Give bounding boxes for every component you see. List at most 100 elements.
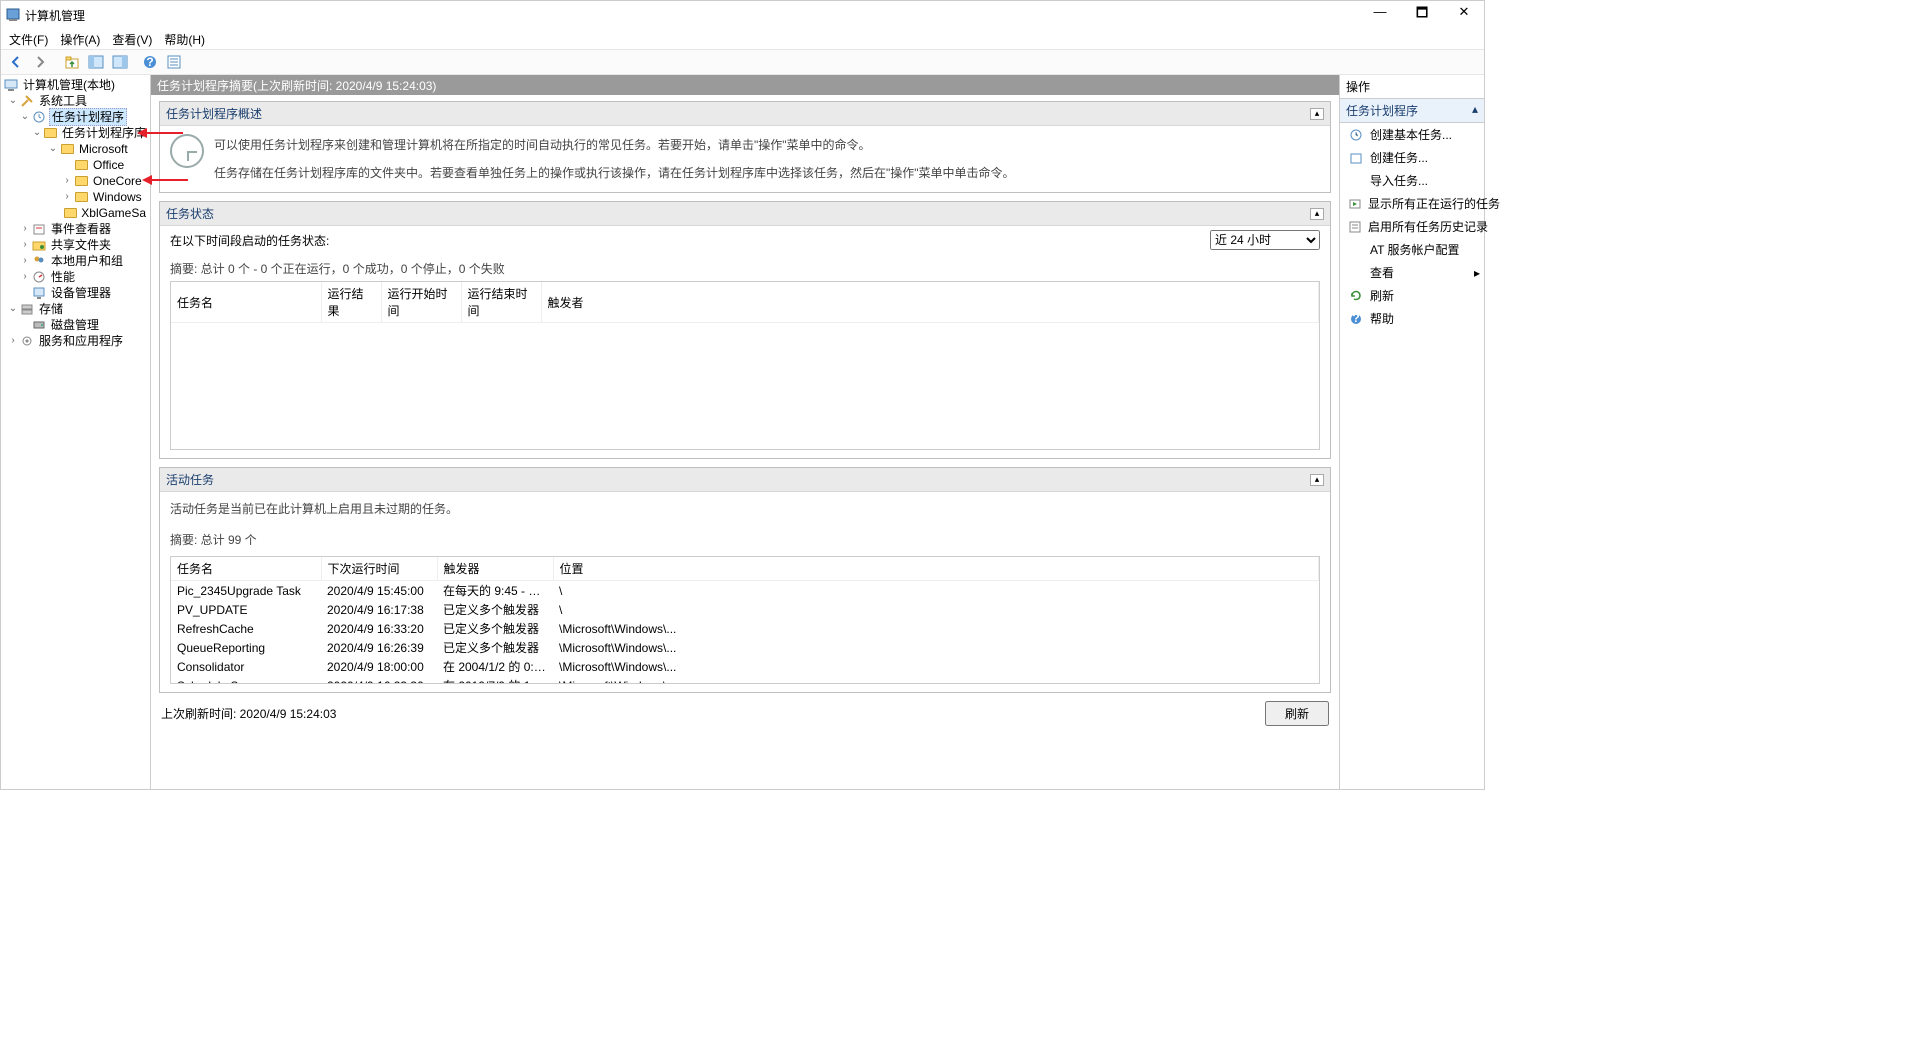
- folder-icon: [73, 158, 89, 172]
- tree-onecore[interactable]: OneCore: [91, 173, 144, 189]
- tree-shared-folders[interactable]: 共享文件夹: [49, 237, 113, 253]
- action-import-task[interactable]: 导入任务...: [1340, 169, 1484, 192]
- expander-icon[interactable]: ⌄: [47, 141, 59, 157]
- folder-icon: [63, 206, 77, 220]
- col-location[interactable]: 位置: [553, 557, 1319, 581]
- action-create-task[interactable]: 创建任务...: [1340, 146, 1484, 169]
- action-view[interactable]: 查看▸: [1340, 261, 1484, 284]
- tree-device-manager[interactable]: 设备管理器: [49, 285, 113, 301]
- expander-icon[interactable]: ⌄: [19, 109, 31, 125]
- tree-storage[interactable]: 存储: [37, 301, 65, 317]
- col-triggered-by[interactable]: 触发者: [541, 282, 1319, 323]
- users-icon: [31, 254, 47, 268]
- action-enable-history[interactable]: 启用所有任务历史记录: [1340, 215, 1484, 238]
- up-button[interactable]: [61, 51, 83, 73]
- table-row[interactable]: Schedule Scan2020/4/9 16:23:30在 2019/7/9…: [171, 676, 1319, 683]
- expander-icon[interactable]: ›: [19, 253, 31, 269]
- tree-xblgamesave[interactable]: XblGameSa: [79, 205, 148, 221]
- col-trigger[interactable]: 触发器: [437, 557, 553, 581]
- refresh-button[interactable]: 刷新: [1265, 701, 1329, 726]
- expander-icon[interactable]: ›: [61, 173, 73, 189]
- center-pane: 任务计划程序摘要(上次刷新时间: 2020/4/9 15:24:03) 任务计划…: [151, 75, 1340, 789]
- tree-root[interactable]: 计算机管理(本地): [21, 77, 117, 93]
- expander-icon[interactable]: ›: [7, 333, 19, 349]
- status-summary: 摘要: 总计 0 个 - 0 个正在运行，0 个成功，0 个停止，0 个失败: [170, 260, 1320, 277]
- svg-text:?: ?: [146, 55, 153, 69]
- tools-icon: [19, 94, 35, 108]
- collapse-button[interactable]: ▴: [1310, 208, 1324, 220]
- table-row[interactable]: RefreshCache2020/4/9 16:33:20已定义多个触发器\Mi…: [171, 619, 1319, 638]
- table-row[interactable]: PV_UPDATE2020/4/9 16:17:38已定义多个触发器\: [171, 600, 1319, 619]
- table-row[interactable]: QueueReporting2020/4/9 16:26:39已定义多个触发器\…: [171, 638, 1319, 657]
- expander-icon[interactable]: ›: [19, 237, 31, 253]
- window-title: 计算机管理: [25, 7, 1368, 24]
- minimize-button[interactable]: —: [1368, 4, 1392, 26]
- tree-local-users[interactable]: 本地用户和组: [49, 253, 125, 269]
- action-refresh[interactable]: 刷新: [1340, 284, 1484, 307]
- last-refresh-label: 上次刷新时间: 2020/4/9 15:24:03: [161, 705, 1265, 722]
- col-next-run[interactable]: 下次运行时间: [321, 557, 437, 581]
- action-help[interactable]: ?帮助: [1340, 307, 1484, 330]
- actions-header: 操作: [1340, 75, 1484, 99]
- titlebar: 计算机管理 — 🗖 ✕: [1, 1, 1484, 29]
- show-hide-tree-button[interactable]: [85, 51, 107, 73]
- status-table[interactable]: 任务名 运行结果 运行开始时间 运行结束时间 触发者: [170, 281, 1320, 450]
- refresh-icon: [1348, 289, 1364, 303]
- col-task-name[interactable]: 任务名: [171, 557, 321, 581]
- col-result[interactable]: 运行结果: [321, 282, 381, 323]
- col-start[interactable]: 运行开始时间: [381, 282, 461, 323]
- collapse-button[interactable]: ▴: [1310, 474, 1324, 486]
- tree-task-library[interactable]: 任务计划程序库: [60, 125, 148, 141]
- collapse-button[interactable]: ▴: [1310, 108, 1324, 120]
- status-panel: 任务状态▴ 在以下时间段启动的任务状态: 近 24 小时 摘要: 总计 0 个 …: [159, 201, 1331, 459]
- status-period-select[interactable]: 近 24 小时: [1210, 230, 1320, 250]
- menubar: 文件(F) 操作(A) 查看(V) 帮助(H): [1, 29, 1484, 49]
- menu-action[interactable]: 操作(A): [60, 31, 100, 48]
- help-button[interactable]: ?: [139, 51, 161, 73]
- action-at-account[interactable]: AT 服务帐户配置: [1340, 238, 1484, 261]
- active-title: 活动任务: [166, 471, 1310, 488]
- tree-performance[interactable]: 性能: [49, 269, 77, 285]
- running-icon: [1348, 197, 1362, 211]
- expander-icon[interactable]: ›: [19, 221, 31, 237]
- active-tasks-table[interactable]: 任务名 下次运行时间 触发器 位置 Pic_2345Upgrade Task20…: [170, 556, 1320, 684]
- table-row[interactable]: Consolidator2020/4/9 18:00:00在 2004/1/2 …: [171, 657, 1319, 676]
- collapse-icon[interactable]: ▴: [1472, 102, 1478, 119]
- maximize-button[interactable]: 🗖: [1410, 4, 1434, 26]
- tree-microsoft[interactable]: Microsoft: [77, 141, 130, 157]
- tree-office[interactable]: Office: [91, 157, 126, 173]
- navigation-tree[interactable]: 计算机管理(本地) ⌄系统工具 ⌄任务计划程序 ⌄任务计划程序库 ⌄Micros…: [1, 75, 151, 789]
- tree-windows[interactable]: Windows: [91, 189, 144, 205]
- expander-icon[interactable]: ⌄: [31, 125, 42, 141]
- folder-icon: [59, 142, 75, 156]
- table-row[interactable]: Pic_2345Upgrade Task2020/4/9 15:45:00在每天…: [171, 581, 1319, 601]
- tree-services-apps[interactable]: 服务和应用程序: [37, 333, 125, 349]
- back-button[interactable]: [5, 51, 27, 73]
- actions-pane: 操作 任务计划程序▴ 创建基本任务... 创建任务... 导入任务... 显示所…: [1340, 75, 1484, 789]
- action-show-running[interactable]: 显示所有正在运行的任务: [1340, 192, 1484, 215]
- active-summary: 摘要: 总计 99 个: [170, 531, 1320, 548]
- expander-icon[interactable]: ›: [61, 189, 73, 205]
- properties-button[interactable]: [163, 51, 185, 73]
- show-hide-action-button[interactable]: [109, 51, 131, 73]
- expander-icon[interactable]: ⌄: [7, 301, 19, 317]
- toolbar: ?: [1, 49, 1484, 75]
- action-create-basic-task[interactable]: 创建基本任务...: [1340, 123, 1484, 146]
- col-task-name[interactable]: 任务名: [171, 282, 321, 323]
- menu-file[interactable]: 文件(F): [9, 31, 48, 48]
- forward-button[interactable]: [29, 51, 51, 73]
- folder-icon: [73, 190, 89, 204]
- clock-icon: [170, 134, 204, 168]
- menu-view[interactable]: 查看(V): [112, 31, 152, 48]
- col-end[interactable]: 运行结束时间: [461, 282, 541, 323]
- performance-icon: [31, 270, 47, 284]
- expander-icon[interactable]: ›: [19, 269, 31, 285]
- tree-task-scheduler[interactable]: 任务计划程序: [49, 108, 127, 126]
- tree-event-viewer[interactable]: 事件查看器: [49, 221, 113, 237]
- tree-disk-management[interactable]: 磁盘管理: [49, 317, 101, 333]
- expander-icon[interactable]: ⌄: [7, 93, 19, 109]
- menu-help[interactable]: 帮助(H): [164, 31, 205, 48]
- tree-system-tools[interactable]: 系统工具: [37, 93, 89, 109]
- close-button[interactable]: ✕: [1452, 4, 1476, 26]
- window: 计算机管理 — 🗖 ✕ 文件(F) 操作(A) 查看(V) 帮助(H) ? 计算…: [0, 0, 1485, 790]
